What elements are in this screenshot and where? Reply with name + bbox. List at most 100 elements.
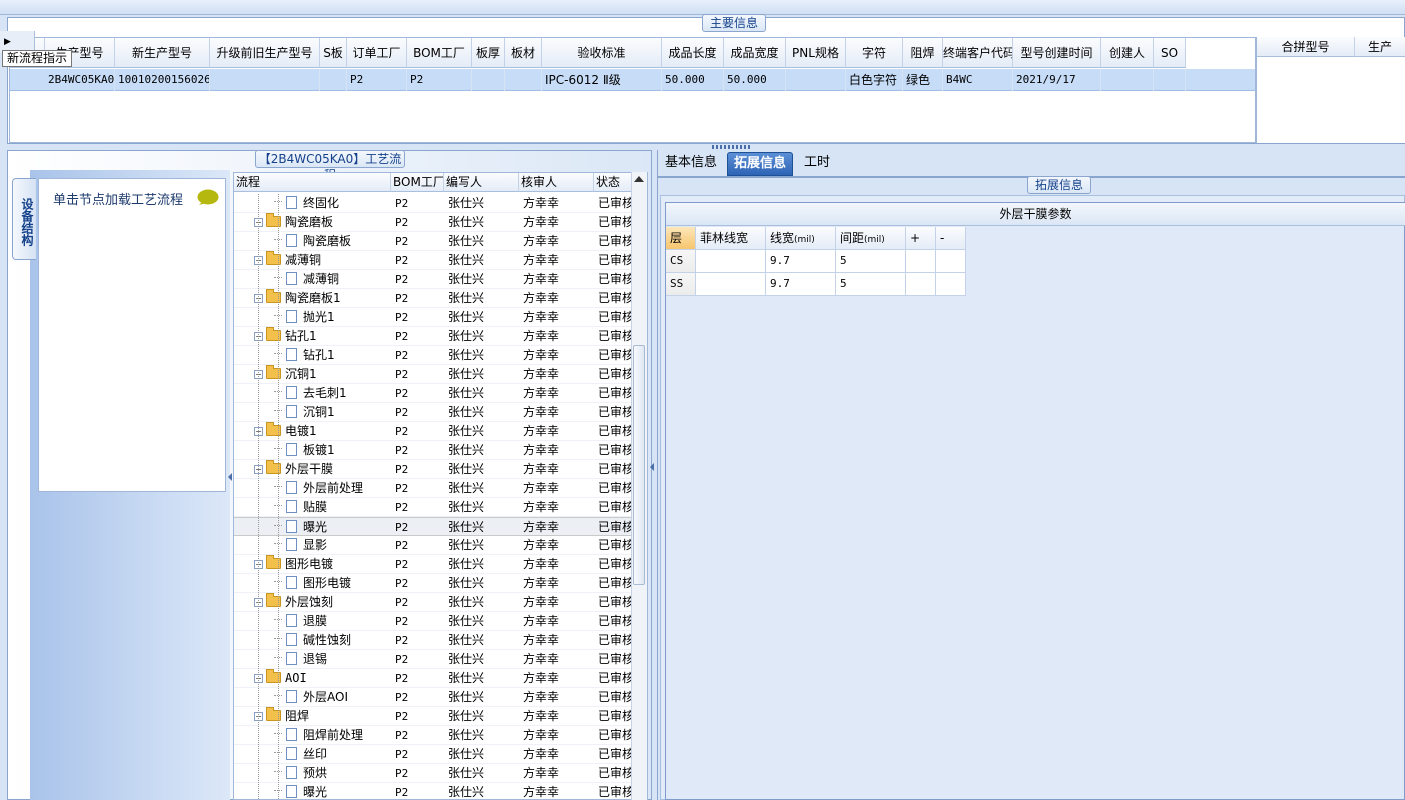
tree-column-header[interactable]: BOM工厂 — [391, 173, 444, 192]
collapse-arrow-icon[interactable] — [228, 473, 232, 481]
tree-node[interactable]: −外层蚀刻 — [254, 593, 391, 612]
tree-row[interactable]: 显影 P2 张仕兴 方幸幸 已审核 — [234, 536, 634, 555]
tree-node[interactable]: 退锡 — [274, 650, 391, 669]
tree-column-header[interactable]: 流程 — [234, 173, 391, 192]
column-header[interactable]: 成品宽度 — [724, 38, 786, 68]
merge-model-grid[interactable]: 合拼型号 生产 — [1256, 37, 1405, 143]
param-cell[interactable] — [936, 250, 966, 273]
collapse-arrow-icon[interactable] — [650, 463, 654, 471]
column-header[interactable]: PNL规格 — [786, 38, 846, 68]
column-header[interactable]: BOM工厂 — [407, 38, 472, 68]
tree-row[interactable]: 贴膜 P2 张仕兴 方幸幸 已审核 — [234, 498, 634, 517]
tree-node[interactable]: 终固化 — [274, 194, 391, 213]
tree-row[interactable]: 陶瓷磨板 P2 张仕兴 方幸幸 已审核 — [234, 232, 634, 251]
param-cell[interactable] — [936, 273, 966, 296]
column-header[interactable]: 板材 — [505, 38, 542, 68]
tree-row[interactable]: 图形电镀 P2 张仕兴 方幸幸 已审核 — [234, 574, 634, 593]
tree-row[interactable]: 减薄铜 P2 张仕兴 方幸幸 已审核 — [234, 270, 634, 289]
tab-work-hours[interactable]: 工时 — [798, 152, 836, 176]
tree-node[interactable]: 陶瓷磨板 — [274, 232, 391, 251]
process-tree-grid[interactable]: 流程BOM工厂编写人核审人状态终固化P2张仕兴方幸幸已审核−陶瓷磨板P2张仕兴方… — [233, 172, 648, 800]
tree-node[interactable]: −减薄铜 — [254, 251, 391, 270]
param-cell[interactable]: SS — [666, 273, 696, 296]
column-header[interactable]: 成品长度 — [662, 38, 724, 68]
column-header[interactable]: 创建人 — [1101, 38, 1154, 68]
tree-node[interactable]: 曝光 — [274, 783, 391, 799]
tree-row[interactable]: −图形电镀 P2 张仕兴 方幸幸 已审核 — [234, 555, 634, 574]
param-cell[interactable]: 9.7 — [766, 273, 836, 296]
tree-node[interactable]: 丝印 — [274, 745, 391, 764]
param-cell[interactable] — [906, 250, 936, 273]
tree-node[interactable]: −AOI — [254, 669, 391, 688]
tree-row[interactable]: 终固化 P2 张仕兴 方幸幸 已审核 — [234, 194, 634, 213]
column-header[interactable]: 终端客户代码 — [943, 38, 1013, 68]
main-info-grid[interactable]: 生产型号 新生产型号 升级前旧生产型号 S板 订单工厂 BOM工厂 板厚 板材 验收标准 成品长度… — [9, 37, 1256, 143]
tree-row[interactable]: −陶瓷磨板 P2 张仕兴 方幸幸 已审核 — [234, 213, 634, 232]
column-header[interactable]: 合拼型号 — [1257, 37, 1355, 57]
tree-node[interactable]: 去毛刺1 — [274, 384, 391, 403]
tree-node[interactable]: −图形电镀 — [254, 555, 391, 574]
column-header[interactable]: SO — [1154, 38, 1186, 68]
tree-row[interactable]: −陶瓷磨板1 P2 张仕兴 方幸幸 已审核 — [234, 289, 634, 308]
tree-node[interactable]: −钻孔1 — [254, 327, 391, 346]
param-cell[interactable] — [696, 273, 766, 296]
column-header[interactable]: 板厚 — [472, 38, 505, 68]
tree-node[interactable]: 外层前处理 — [274, 479, 391, 498]
tree-node[interactable]: 外层AOI — [274, 688, 391, 707]
tree-node[interactable]: −沉铜1 — [254, 365, 391, 384]
splitter-handle[interactable] — [712, 145, 752, 149]
scroll-up-icon[interactable] — [634, 176, 644, 182]
tree-node[interactable]: 图形电镀 — [274, 574, 391, 593]
tree-row[interactable]: −减薄铜 P2 张仕兴 方幸幸 已审核 — [234, 251, 634, 270]
column-header[interactable]: 验收标准 — [542, 38, 662, 68]
column-header[interactable]: 生产 — [1355, 37, 1405, 57]
tree-column-header[interactable]: 状态 — [594, 173, 634, 192]
tree-row[interactable]: −外层干膜 P2 张仕兴 方幸幸 已审核 — [234, 460, 634, 479]
tree-node[interactable]: 阻焊前处理 — [274, 726, 391, 745]
tree-node[interactable]: −阻焊 — [254, 707, 391, 726]
param-cell[interactable]: 9.7 — [766, 250, 836, 273]
tab-basic-info[interactable]: 基本信息 — [659, 152, 723, 176]
tree-node[interactable]: 板镀1 — [274, 441, 391, 460]
tree-row[interactable]: 预烘 P2 张仕兴 方幸幸 已审核 — [234, 764, 634, 783]
tree-row[interactable]: 退膜 P2 张仕兴 方幸幸 已审核 — [234, 612, 634, 631]
tree-node[interactable]: −陶瓷磨板1 — [254, 289, 391, 308]
column-header[interactable]: 型号创建时间 — [1013, 38, 1101, 68]
column-header[interactable]: 升级前旧生产型号 — [210, 38, 320, 68]
tree-column-header[interactable]: 核审人 — [519, 173, 594, 192]
param-cell[interactable]: 5 — [836, 273, 906, 296]
tree-row[interactable]: 曝光 P2 张仕兴 方幸幸 已审核 — [234, 517, 634, 537]
tree-node[interactable]: 减薄铜 — [274, 270, 391, 289]
tree-node[interactable]: 碱性蚀刻 — [274, 631, 391, 650]
column-header[interactable]: 订单工厂 — [347, 38, 407, 68]
column-header[interactable]: 新生产型号 — [115, 38, 210, 68]
tree-node[interactable]: 沉铜1 — [274, 403, 391, 422]
tree-row[interactable]: 阻焊前处理 P2 张仕兴 方幸幸 已审核 — [234, 726, 634, 745]
tree-node[interactable]: 钻孔1 — [274, 346, 391, 365]
tree-row[interactable]: 外层前处理 P2 张仕兴 方幸幸 已审核 — [234, 479, 634, 498]
tree-node[interactable]: −外层干膜 — [254, 460, 391, 479]
tree-row[interactable]: 沉铜1 P2 张仕兴 方幸幸 已审核 — [234, 403, 634, 422]
tree-row[interactable]: 曝光 P2 张仕兴 方幸幸 已审核 — [234, 783, 634, 799]
param-cell[interactable] — [906, 273, 936, 296]
tree-row[interactable]: −外层蚀刻 P2 张仕兴 方幸幸 已审核 — [234, 593, 634, 612]
tree-node[interactable]: −电镀1 — [254, 422, 391, 441]
tree-row[interactable]: 外层AOI P2 张仕兴 方幸幸 已审核 — [234, 688, 634, 707]
tree-row[interactable]: 碱性蚀刻 P2 张仕兴 方幸幸 已审核 — [234, 631, 634, 650]
tree-row[interactable]: −沉铜1 P2 张仕兴 方幸幸 已审核 — [234, 365, 634, 384]
tree-node[interactable]: 抛光1 — [274, 308, 391, 327]
tree-node[interactable]: 预烘 — [274, 764, 391, 783]
tree-scrollbar-thumb[interactable] — [633, 345, 645, 585]
equipment-structure-tab[interactable]: 设备结构 — [12, 178, 36, 260]
tree-row[interactable]: 钻孔1 P2 张仕兴 方幸幸 已审核 — [234, 346, 634, 365]
tree-row[interactable]: −钻孔1 P2 张仕兴 方幸幸 已审核 — [234, 327, 634, 346]
tree-node[interactable]: 退膜 — [274, 612, 391, 631]
param-cell[interactable]: CS — [666, 250, 696, 273]
tree-node[interactable]: −陶瓷磨板 — [254, 213, 391, 232]
tree-node[interactable]: 曝光 — [274, 518, 391, 537]
param-cell[interactable] — [696, 250, 766, 273]
tree-row[interactable]: 丝印 P2 张仕兴 方幸幸 已审核 — [234, 745, 634, 764]
tree-row[interactable]: −AOI P2 张仕兴 方幸幸 已审核 — [234, 669, 634, 688]
tree-node[interactable]: 贴膜 — [274, 498, 391, 517]
column-header[interactable]: 阻焊 — [903, 38, 943, 68]
